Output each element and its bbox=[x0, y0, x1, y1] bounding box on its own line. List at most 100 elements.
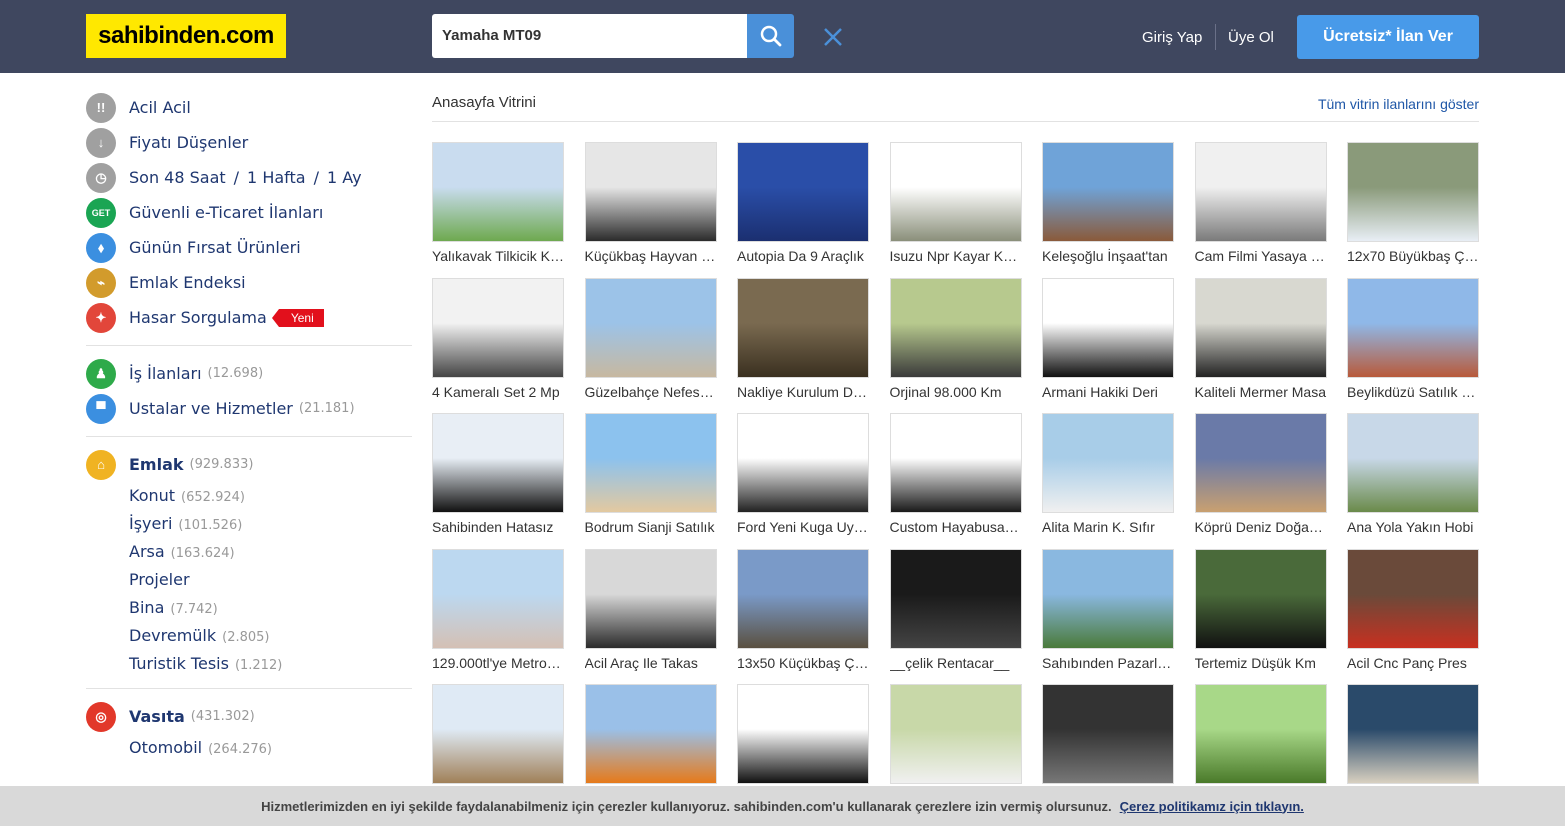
listing-thumbnail[interactable] bbox=[432, 413, 564, 513]
listing-card[interactable]: Kaliteli Mermer Masa bbox=[1194, 277, 1327, 402]
show-all-showcase-link[interactable]: Tüm vitrin ilanlarını göster bbox=[1318, 96, 1479, 112]
listing-title[interactable]: Orjinal 98.000 Km bbox=[890, 384, 1022, 400]
listing-title[interactable]: Sahibinden Hatasız bbox=[432, 519, 564, 535]
listing-thumbnail[interactable] bbox=[1194, 142, 1327, 242]
listing-thumbnail[interactable] bbox=[889, 142, 1022, 242]
listing-title[interactable]: Yalıkavak Tilkicik Koyu bbox=[432, 248, 564, 264]
listing-thumbnail[interactable] bbox=[1347, 277, 1479, 378]
listing-title[interactable]: 13x50 Küçükbaş Çadırı bbox=[737, 655, 869, 671]
listing-thumbnail[interactable] bbox=[584, 684, 717, 784]
listing-thumbnail[interactable] bbox=[432, 684, 564, 784]
sidebar-item-get[interactable]: GET Güvenli e-Ticaret İlanları bbox=[86, 195, 412, 230]
sidebar-item-paint-roller[interactable]: ▀ Ustalar ve Hizmetler (21.181) bbox=[86, 391, 412, 426]
listing-thumbnail[interactable] bbox=[1347, 548, 1479, 649]
listing-title[interactable]: Autopia Da 9 Araçlık bbox=[737, 248, 869, 264]
listing-thumbnail[interactable] bbox=[889, 413, 1022, 513]
cookie-policy-link[interactable]: Çerez politikamız için tıklayın. bbox=[1120, 799, 1304, 814]
listing-card[interactable]: Beylikdüzü Satılık Bina bbox=[1347, 277, 1479, 402]
listing-title[interactable]: Kaliteli Mermer Masa bbox=[1195, 384, 1327, 400]
listing-title[interactable]: 129.000tl'ye Metrobüs bbox=[432, 655, 564, 671]
listing-thumbnail[interactable] bbox=[737, 277, 869, 378]
listing-thumbnail[interactable] bbox=[1042, 684, 1174, 784]
listing-title[interactable]: Cam Filmi Yasaya Uygun bbox=[1195, 248, 1327, 264]
listing-title[interactable]: __çelik Rentacar__ bbox=[890, 655, 1022, 671]
listing-title[interactable]: Alita Marin K. Sıfır bbox=[1042, 519, 1174, 535]
listing-card[interactable]: Küçükbaş Hayvan Çadırı bbox=[584, 142, 717, 266]
subcategory-item[interactable]: İşyeri (101.526) bbox=[86, 510, 412, 538]
listing-thumbnail[interactable] bbox=[1042, 548, 1174, 649]
listing-thumbnail[interactable] bbox=[889, 548, 1022, 649]
listing-title[interactable]: Beylikdüzü Satılık Bina bbox=[1347, 384, 1479, 400]
listing-card[interactable]: Autopia Da 9 Araçlık bbox=[737, 142, 869, 266]
listing-card[interactable]: 4 Kameralı Set 2 Mp bbox=[432, 277, 564, 402]
listing-thumbnail[interactable] bbox=[584, 142, 717, 242]
listing-thumbnail[interactable] bbox=[889, 684, 1022, 784]
subcategory-item[interactable]: Konut (652.924) bbox=[86, 482, 412, 510]
listing-title[interactable]: Ana Yola Yakın Hobi bbox=[1347, 519, 1479, 535]
sidebar-item-car-damage[interactable]: ✦ Hasar Sorgulama Yeni bbox=[86, 300, 412, 335]
listing-thumbnail[interactable] bbox=[1347, 142, 1479, 242]
sidebar-item-chart[interactable]: ⌁ Emlak Endeksi bbox=[86, 265, 412, 300]
listing-card[interactable]: Tertemiz Düşük Km bbox=[1194, 548, 1327, 673]
subcategory-item[interactable]: Bina (7.742) bbox=[86, 594, 412, 622]
listing-card[interactable]: Alita Marin K. Sıfır bbox=[1042, 413, 1174, 537]
listing-thumbnail[interactable] bbox=[1042, 413, 1174, 513]
listing-card[interactable]: Acil Araç Ile Takas bbox=[584, 548, 717, 673]
listing-card[interactable]: 129.000tl'ye Metrobüs bbox=[432, 548, 564, 673]
listing-thumbnail[interactable] bbox=[737, 548, 869, 649]
listing-title[interactable]: Küçükbaş Hayvan Çadırı bbox=[585, 248, 717, 264]
listing-card[interactable]: Bodrum Sianji Satılık bbox=[584, 413, 717, 537]
listing-card[interactable]: Orjinal 98.000 Km bbox=[889, 277, 1022, 402]
listing-card[interactable]: Nakliye Kurulum Dahil bbox=[737, 277, 869, 402]
listing-card[interactable]: Sahibinden Hatasız bbox=[432, 413, 564, 537]
category-vasita[interactable]: ◎ Vasıta (431.302) bbox=[86, 699, 412, 734]
listing-card[interactable]: Ana Yola Yakın Hobi bbox=[1347, 413, 1479, 537]
sidebar-sublink[interactable]: 1 Ay bbox=[327, 168, 362, 187]
listing-thumbnail[interactable] bbox=[1194, 684, 1327, 784]
listing-card[interactable]: Isuzu Npr Kayar Kasa bbox=[889, 142, 1022, 266]
subcategory-item[interactable]: Devremülk (2.805) bbox=[86, 622, 412, 650]
listing-title[interactable]: Köprü Deniz Doğa Manzaralı bbox=[1195, 519, 1327, 535]
listing-card[interactable]: Cam Filmi Yasaya Uygun bbox=[1194, 142, 1327, 266]
listing-thumbnail[interactable] bbox=[432, 142, 564, 242]
clear-search-button[interactable] bbox=[818, 22, 848, 52]
listing-card[interactable]: Armani Hakiki Deri bbox=[1042, 277, 1174, 402]
login-link[interactable]: Giriş Yap bbox=[1142, 29, 1202, 46]
listing-title[interactable]: Ford Yeni Kuga Uyumlu bbox=[737, 519, 869, 535]
sidebar-item-arrow-down[interactable]: ↓ Fiyatı Düşenler bbox=[86, 125, 412, 160]
listing-title[interactable]: Nakliye Kurulum Dahil bbox=[737, 384, 869, 400]
subcategory-item[interactable]: Projeler bbox=[86, 566, 412, 594]
sidebar-sublink[interactable]: 1 Hafta bbox=[247, 168, 306, 187]
listing-thumbnail[interactable] bbox=[1194, 413, 1327, 513]
listing-thumbnail[interactable] bbox=[584, 548, 717, 649]
listing-card[interactable]: 13x50 Küçükbaş Çadırı bbox=[737, 548, 869, 673]
subcategory-item[interactable]: Arsa (163.624) bbox=[86, 538, 412, 566]
listing-title[interactable]: Keleşoğlu İnşaat'tan bbox=[1042, 248, 1174, 264]
sidebar-item-tag[interactable]: ⬧ Günün Fırsat Ürünleri bbox=[86, 230, 412, 265]
listing-card[interactable]: Sahıbınden Pazarlıklı bbox=[1042, 548, 1174, 673]
logo-text[interactable]: sahibinden.com bbox=[98, 22, 274, 50]
listing-title[interactable]: Sahıbınden Pazarlıklı bbox=[1042, 655, 1174, 671]
listing-title[interactable]: Bodrum Sianji Satılık bbox=[585, 519, 717, 535]
listing-card[interactable]: Custom Hayabusa Temiz bbox=[889, 413, 1022, 537]
listing-thumbnail[interactable] bbox=[737, 413, 869, 513]
listing-card[interactable]: 12x70 Büyükbaş Çadır bbox=[1347, 142, 1479, 266]
listing-card[interactable]: __çelik Rentacar__ bbox=[889, 548, 1022, 673]
post-ad-button[interactable]: Ücretsiz* İlan Ver bbox=[1297, 15, 1479, 59]
sidebar-item-clock[interactable]: ◷ Son 48 Saat / 1 Hafta / 1 Ay bbox=[86, 160, 412, 195]
search-input[interactable]: Yamaha MT09 bbox=[432, 14, 748, 58]
subcategory-item[interactable]: Turistik Tesis (1.212) bbox=[86, 650, 412, 678]
listing-title[interactable]: Güzelbahçe Nefes Alan bbox=[585, 384, 717, 400]
listing-thumbnail[interactable] bbox=[432, 277, 564, 378]
listing-title[interactable]: Acil Araç Ile Takas bbox=[585, 655, 717, 671]
listing-thumbnail[interactable] bbox=[584, 277, 717, 378]
listing-card[interactable]: Güzelbahçe Nefes Alan bbox=[584, 277, 717, 402]
listing-card[interactable]: Ford Yeni Kuga Uyumlu bbox=[737, 413, 869, 537]
listing-title[interactable]: Armani Hakiki Deri bbox=[1042, 384, 1174, 400]
listing-title[interactable]: Custom Hayabusa Temiz bbox=[890, 519, 1022, 535]
listing-thumbnail[interactable] bbox=[1194, 277, 1327, 378]
listing-card[interactable]: Keleşoğlu İnşaat'tan bbox=[1042, 142, 1174, 266]
listing-thumbnail[interactable] bbox=[1194, 548, 1327, 649]
register-link[interactable]: Üye Ol bbox=[1228, 29, 1274, 46]
category-emlak[interactable]: ⌂ Emlak (929.833) bbox=[86, 447, 412, 482]
